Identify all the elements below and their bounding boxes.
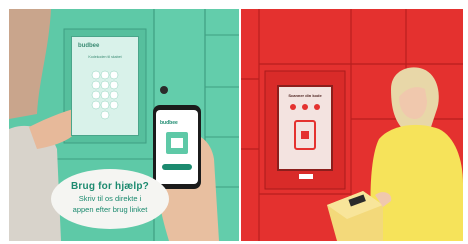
kiosk-slot: [299, 174, 313, 179]
help-sign-line-1: Skriv til os direkte i: [78, 194, 142, 203]
keypad: [91, 70, 119, 120]
help-sign-line-2: appen efter brug linket: [72, 205, 148, 214]
help-sign-title: Brug for hjælp?: [71, 181, 149, 192]
help-sign: Brug for hjælp? Skriv til os direkte i a…: [51, 169, 169, 229]
kiosk-screen: Scanner din kode: [277, 85, 333, 171]
left-photo-green-locker: budbee Kodekoden til skabet budbee Brug …: [9, 9, 239, 241]
kiosk-screen: budbee Kodekoden til skabet: [71, 36, 139, 136]
phone-app-graphic: [162, 132, 192, 170]
smartphone: budbee: [153, 105, 201, 189]
kiosk-screen-graphic: [290, 104, 320, 150]
red-locker-scene: [241, 9, 463, 241]
phone-screen: budbee: [156, 110, 198, 184]
kiosk-camera: [160, 86, 168, 94]
image-frame: budbee Kodekoden til skabet budbee Brug …: [0, 0, 468, 244]
yellow-sweater: [370, 124, 463, 241]
right-photo-red-locker: Scanner din kode: [241, 9, 463, 241]
